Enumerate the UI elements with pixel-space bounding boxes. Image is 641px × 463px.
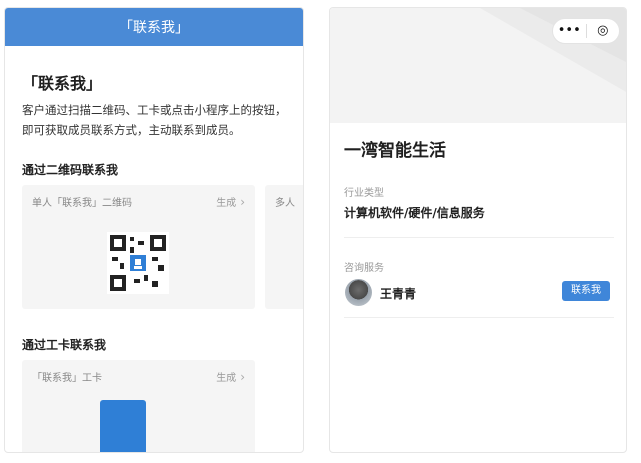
close-target-icon[interactable]: ◎ <box>587 19 620 43</box>
generate-label: 生成 <box>216 198 237 209</box>
single-qr-card[interactable]: 单人「联系我」二维码 生成 › <box>22 185 255 309</box>
member-name: 王青青 <box>380 287 417 301</box>
qr-code-icon <box>107 232 169 294</box>
qr-section-title: 通过二维码联系我 <box>22 163 119 177</box>
chevron-right-icon: › <box>240 194 245 209</box>
mini-program-preview: ••• ◎ 一湾智能生活 行业类型 计算机软件/硬件/信息服务 咨询服务 王青青… <box>329 7 627 453</box>
header-bar: 「联系我」 <box>5 8 303 46</box>
contact-me-button[interactable]: 联系我 <box>562 281 610 301</box>
badge-section-title: 通过工卡联系我 <box>22 338 107 352</box>
badge-card-label: 「联系我」工卡 <box>32 373 102 384</box>
qr-code-graphic <box>110 235 166 291</box>
company-name: 一湾智能生活 <box>344 141 446 161</box>
generate-label: 生成 <box>216 373 237 384</box>
generate-badge-button[interactable]: 生成 › <box>216 369 245 385</box>
chevron-right-icon: › <box>240 369 245 384</box>
multi-qr-card-label: 多人 <box>275 198 295 209</box>
page-description: 客户通过扫描二维码、工卡或点击小程序上的按钮，即可获取成员联系方式，主动联系到成… <box>22 103 287 137</box>
screen: 「联系我」 「联系我」 客户通过扫描二维码、工卡或点击小程序上的按钮，即可获取成… <box>0 0 641 463</box>
generate-single-qr-button[interactable]: 生成 › <box>216 194 245 210</box>
header-title: 「联系我」 <box>119 20 189 36</box>
mini-program-capsule: ••• ◎ <box>552 18 620 44</box>
industry-value: 计算机软件/硬件/信息服务 <box>344 206 485 220</box>
more-icon[interactable]: ••• <box>553 19 586 43</box>
work-badge-preview <box>100 400 146 452</box>
avatar-icon <box>345 279 372 306</box>
divider <box>344 237 614 238</box>
contact-me-settings-panel: 「联系我」 「联系我」 客户通过扫描二维码、工卡或点击小程序上的按钮，即可获取成… <box>4 7 304 453</box>
multi-qr-card[interactable]: 多人 <box>265 185 303 309</box>
single-qr-card-label: 单人「联系我」二维码 <box>32 198 132 209</box>
badge-card[interactable]: 「联系我」工卡 生成 › <box>22 360 255 452</box>
divider <box>344 317 614 318</box>
consult-label: 咨询服务 <box>344 263 384 274</box>
industry-label: 行业类型 <box>344 188 384 199</box>
page-title: 「联系我」 <box>22 74 103 93</box>
